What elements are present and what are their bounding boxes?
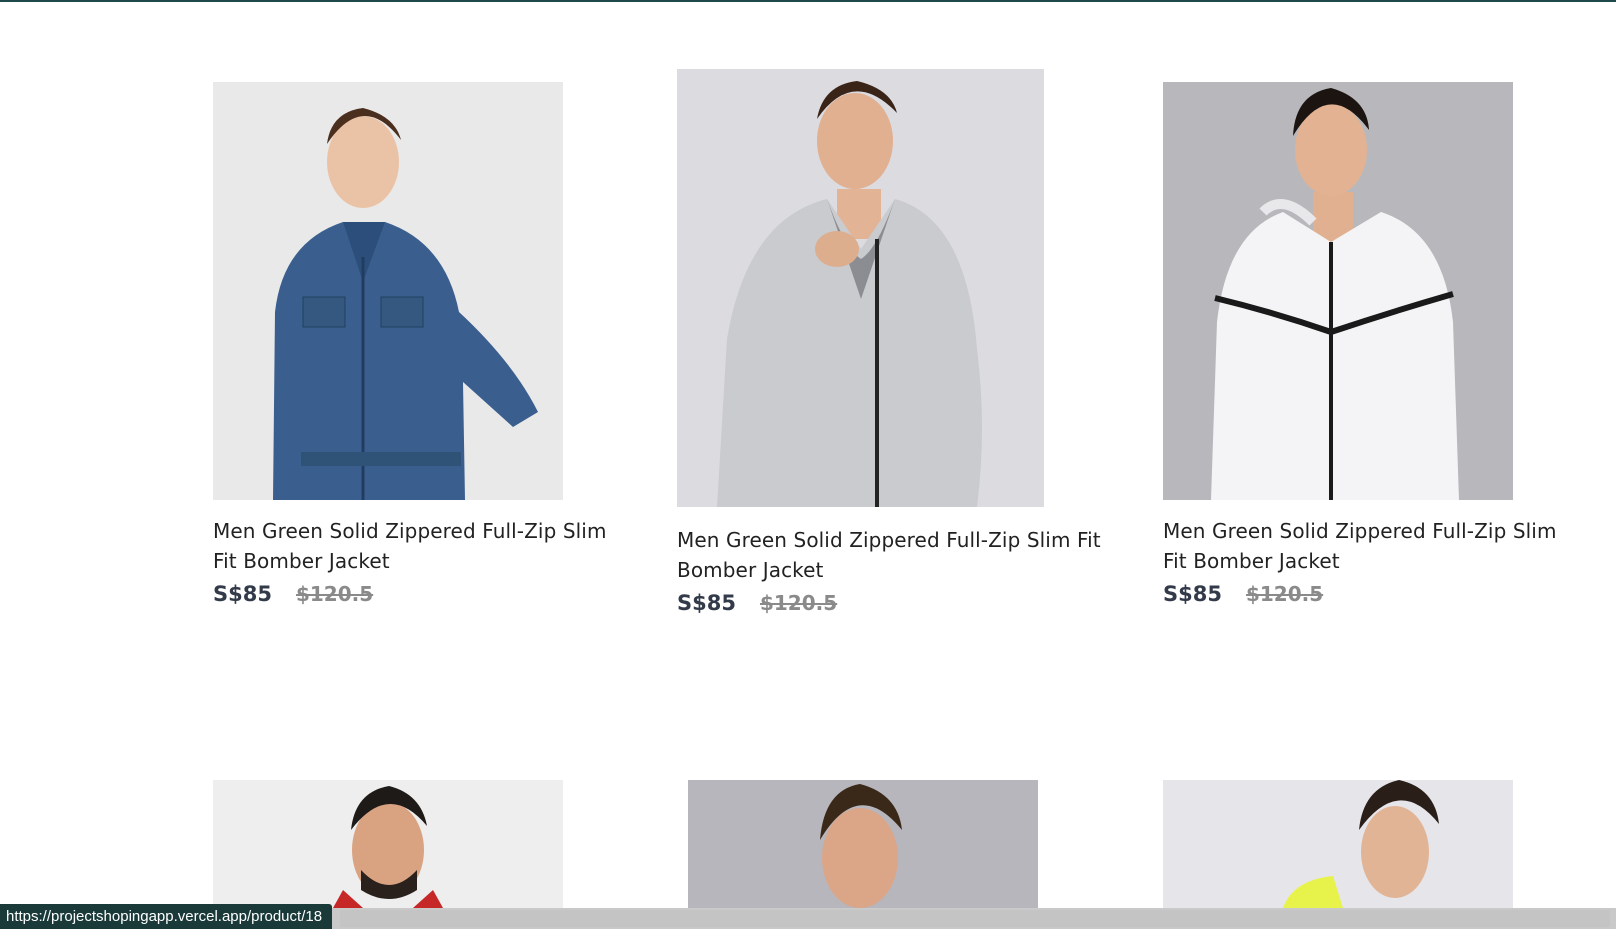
price-row: S$85 $120.5 <box>677 591 1117 615</box>
product-title[interactable]: Men Green Solid Zippered Full-Zip Slim F… <box>677 525 1117 585</box>
product-image-red-hooded-jacket[interactable] <box>213 780 563 908</box>
product-card[interactable]: Men Green Solid Zippered Full-Zip Slim F… <box>1163 82 1583 606</box>
product-price: S$85 <box>213 582 272 606</box>
product-price: S$85 <box>677 591 736 615</box>
product-image-grey-jacket[interactable] <box>688 780 1038 908</box>
product-card[interactable] <box>213 780 563 908</box>
top-border <box>0 0 1616 2</box>
product-title[interactable]: Men Green Solid Zippered Full-Zip Slim F… <box>213 516 633 576</box>
product-old-price: $120.5 <box>295 582 374 606</box>
product-card[interactable]: Men Green Solid Zippered Full-Zip Slim F… <box>677 69 1117 615</box>
product-old-price: $120.5 <box>1245 582 1324 606</box>
scrollbar-thumb[interactable] <box>340 910 1610 927</box>
link-preview-status: https://projectshopingapp.vercel.app/pro… <box>0 904 333 929</box>
product-price: S$85 <box>1163 582 1222 606</box>
product-image-denim-jacket[interactable] <box>213 82 563 500</box>
product-image-yellow-hoodie[interactable] <box>1163 780 1513 908</box>
product-title[interactable]: Men Green Solid Zippered Full-Zip Slim F… <box>1163 516 1583 576</box>
price-row: S$85 $120.5 <box>1163 582 1583 606</box>
product-image-white-windcheater[interactable] <box>1163 82 1513 500</box>
product-card[interactable] <box>688 780 1038 908</box>
product-card[interactable]: Men Green Solid Zippered Full-Zip Slim F… <box>213 82 633 606</box>
product-old-price: $120.5 <box>759 591 838 615</box>
product-image-grey-track-jacket[interactable] <box>677 69 1044 507</box>
product-card[interactable] <box>1163 780 1513 908</box>
price-row: S$85 $120.5 <box>213 582 633 606</box>
